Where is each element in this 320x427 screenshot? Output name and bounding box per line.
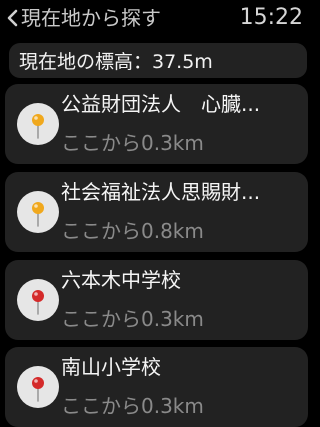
pin-head <box>32 202 44 214</box>
page-title[interactable]: 現在地から探す <box>21 5 161 31</box>
pin-head <box>32 377 44 389</box>
pin-head <box>32 114 44 126</box>
result-card[interactable]: 社会福祉法人思賜財... ここから0.8km <box>5 172 308 252</box>
header: 現在地から探す 15:22 <box>0 0 312 38</box>
pin-badge <box>17 366 59 408</box>
map-pin-icon <box>32 202 44 227</box>
place-distance: ここから0.8km <box>61 219 204 243</box>
place-name: 南山小学校 <box>61 355 161 379</box>
map-pin-icon <box>32 114 44 139</box>
clock-time: 15:22 <box>239 5 303 30</box>
place-distance: ここから0.3km <box>61 131 204 155</box>
elevation-banner: 現在地の標高：37.5m <box>9 43 307 78</box>
place-distance: ここから0.3km <box>61 307 204 331</box>
place-name: 六本木中学校 <box>61 268 181 292</box>
pin-badge <box>17 103 59 145</box>
pin-head <box>32 290 44 302</box>
result-card[interactable]: 公益財団法人 心臓... ここから0.3km <box>5 84 308 164</box>
result-card[interactable]: 南山小学校 ここから0.3km <box>5 347 308 427</box>
result-card[interactable]: 六本木中学校 ここから0.3km <box>5 260 308 340</box>
pin-badge <box>17 279 59 321</box>
pin-badge <box>17 191 59 233</box>
map-pin-icon <box>32 377 44 402</box>
place-name: 公益財団法人 心臓... <box>61 92 261 116</box>
place-distance: ここから0.3km <box>61 394 204 418</box>
chevron-left-icon[interactable] <box>6 9 20 27</box>
map-pin-icon <box>32 290 44 315</box>
place-name: 社会福祉法人思賜財... <box>61 180 261 204</box>
